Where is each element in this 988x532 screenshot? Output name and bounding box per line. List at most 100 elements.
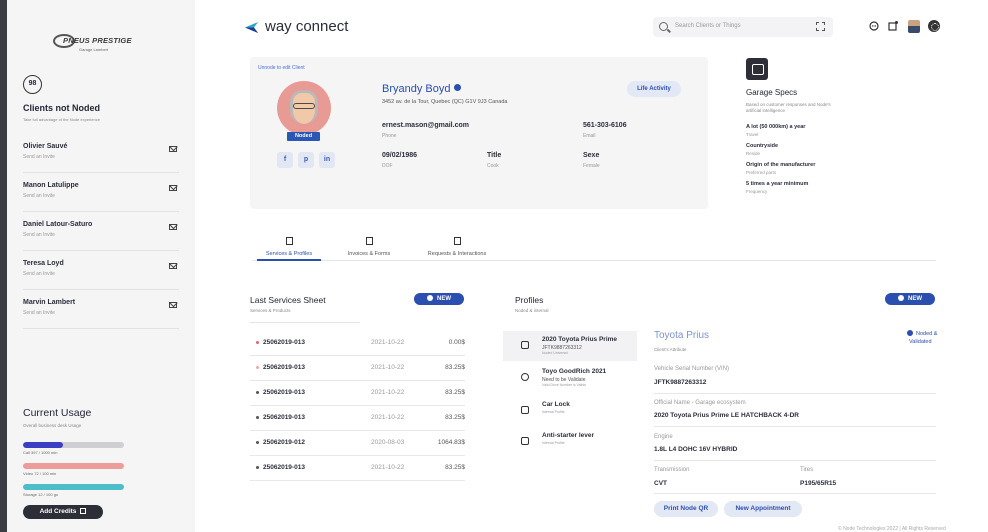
vehicle-subtitle: Client's Attribute	[654, 347, 687, 352]
service-status-dot	[256, 416, 259, 419]
add-credits-button[interactable]: Add Credits	[23, 505, 103, 519]
car-icon	[521, 341, 529, 349]
chat-icon[interactable]	[869, 21, 879, 31]
life-activity-button[interactable]: Life Activity	[627, 81, 681, 97]
service-row[interactable]: 25062019-013 2021-10-22 83.25$	[250, 381, 465, 406]
client-item[interactable]: Teresa Loyd Send an Invite	[23, 256, 179, 290]
new-service-button[interactable]: NEW	[414, 293, 464, 305]
client-avatar	[277, 81, 331, 135]
service-status-dot	[256, 366, 259, 369]
profile-item[interactable]: Anti-starter lever Internal Profile	[503, 427, 637, 457]
service-row[interactable]: 25062019-012 2020-08-03 1064.83$	[250, 431, 465, 456]
search-placeholder: Search Clients or Things	[675, 23, 741, 29]
mail-icon[interactable]	[169, 185, 177, 191]
print-node-qr-button[interactable]: Print Node QR	[654, 501, 718, 517]
detail-value: JFTK9887263312	[654, 379, 707, 386]
detail-value: 2020 Toyota Prius Prime LE HATCHBACK 4-D…	[654, 412, 799, 419]
spec-label: Travel	[746, 132, 759, 137]
client-address: 3452 av. de la Tour, Quebec (QC) G1V 9J3…	[382, 99, 508, 105]
plus-icon	[427, 295, 433, 301]
client-name: Teresa Loyd	[23, 260, 64, 267]
profile-item[interactable]: Toyo GoodRich 2021 Need to be Validate V…	[503, 363, 637, 393]
mail-icon[interactable]	[169, 302, 177, 308]
mail-icon[interactable]	[169, 263, 177, 269]
garage-specs-description: Based on customer responses and Node's a…	[746, 102, 831, 113]
new-profile-button[interactable]: NEW	[885, 293, 935, 305]
unnode-link[interactable]: Unnode to edit Client	[258, 65, 305, 71]
field-value: Sexe	[583, 152, 600, 159]
services-divider	[250, 322, 360, 323]
noded-validated-status: Noded & Validated	[907, 330, 937, 346]
mail-icon[interactable]	[169, 146, 177, 152]
status-line-1: Noded &	[916, 331, 938, 337]
service-status-dot	[256, 391, 259, 394]
mail-icon[interactable]	[169, 224, 177, 230]
profiles-title: Profiles	[515, 295, 544, 305]
facebook-icon[interactable]: f	[277, 152, 293, 168]
service-status-dot	[256, 441, 259, 444]
client-status: Send an Invite	[23, 310, 55, 316]
field-value: 561-303-6106	[583, 122, 627, 129]
add-credits-label: Add Credits	[39, 508, 77, 515]
tab-requests-interactions[interactable]: Requests & Interactions	[420, 231, 494, 261]
profile-name: 2020 Toyota Prius Prime	[542, 336, 618, 343]
service-row[interactable]: 25062019-013 2021-10-22 0.00$	[250, 331, 465, 356]
service-row[interactable]: 25062019-013 2021-10-22 83.25$	[250, 356, 465, 381]
detail-label: Tires	[800, 467, 814, 473]
client-name: Olivier Sauvé	[23, 143, 68, 150]
service-id: 25062019-012	[263, 439, 305, 446]
call-usage-label: Call 397 / 1000 min	[23, 450, 58, 455]
client-name: Marvin Lambert	[23, 299, 76, 306]
service-id: 25062019-013	[263, 464, 305, 471]
tire-icon	[521, 373, 529, 381]
detail-value: 1.8L L4 DOHC 16V HYBRID	[654, 446, 738, 453]
client-name-text: Bryandy Boyd	[382, 83, 451, 95]
client-item[interactable]: Marvin Lambert Send an Invite	[23, 295, 179, 329]
call-usage-bar	[23, 442, 124, 448]
client-item[interactable]: Manon Latulippe Send an Invite	[23, 178, 179, 212]
search-bar[interactable]: Search Clients or Things	[653, 17, 833, 37]
section-tabs: Services & Profiles Invoices & Forms Req…	[252, 231, 936, 261]
field-value: 09/02/1986	[382, 152, 418, 159]
new-appointment-button[interactable]: New Appointment	[724, 501, 802, 517]
profile-item[interactable]: Car Lock Internal Profile	[503, 396, 637, 426]
linkedin-icon[interactable]: in	[319, 152, 335, 168]
service-id: 25062019-013	[263, 414, 305, 421]
service-row[interactable]: 25062019-013 2021-10-22 83.25$	[250, 406, 465, 431]
profile-item[interactable]: 2020 Toyota Prius Prime JFTK9887263312 N…	[503, 331, 637, 361]
client-profile-card: Unnode to edit Client Noded f p in Bryan…	[250, 57, 708, 209]
service-id: 25062019-013	[263, 364, 305, 371]
profile-tag: Internal Profile	[542, 441, 565, 445]
profile-tag: Internal Profile	[542, 410, 565, 414]
tab-invoices-forms[interactable]: Invoices & Forms	[340, 231, 398, 261]
tab-services-profiles[interactable]: Services & Profiles	[257, 231, 321, 261]
status-line-2: Validated	[909, 339, 932, 345]
detail-label: Transmission	[654, 467, 690, 473]
clients-not-noded-subtitle: Take full advantage of the Node experien…	[23, 117, 100, 122]
pinterest-icon[interactable]: p	[298, 152, 314, 168]
spec-value: Countryside	[746, 143, 779, 149]
field-value: Title	[487, 152, 502, 159]
detail-value: P195/65R15	[800, 480, 837, 487]
service-status-dot	[256, 341, 259, 344]
settings-icon[interactable]	[928, 20, 940, 32]
spec-value: A lot (50 000km) a year	[746, 124, 806, 130]
qr-scan-icon[interactable]	[816, 22, 825, 31]
service-date: 2021-10-22	[371, 464, 405, 471]
service-row[interactable]: 25062019-013 2021-10-22 83.25$	[250, 456, 465, 481]
client-item[interactable]: Olivier Sauvé Send an Invite	[23, 139, 179, 173]
client-name-heading: Bryandy Boyd	[382, 83, 462, 95]
client-item[interactable]: Daniel Latour-Saturo Send an Invite	[23, 217, 179, 251]
user-avatar[interactable]	[908, 20, 920, 33]
search-icon	[659, 22, 668, 31]
noded-tag: Noded	[287, 132, 320, 141]
copy-icon	[521, 437, 529, 445]
current-usage-title: Current Usage	[23, 407, 92, 419]
video-usage-bar	[23, 463, 124, 469]
service-date: 2021-10-22	[371, 339, 405, 346]
window-edge	[0, 0, 7, 532]
service-amount: 83.25$	[445, 414, 465, 421]
notification-icon[interactable]	[888, 21, 898, 31]
vehicle-title: Toyota Prius	[654, 330, 710, 341]
video-usage-label: Video 72 / 100 min	[23, 471, 57, 476]
